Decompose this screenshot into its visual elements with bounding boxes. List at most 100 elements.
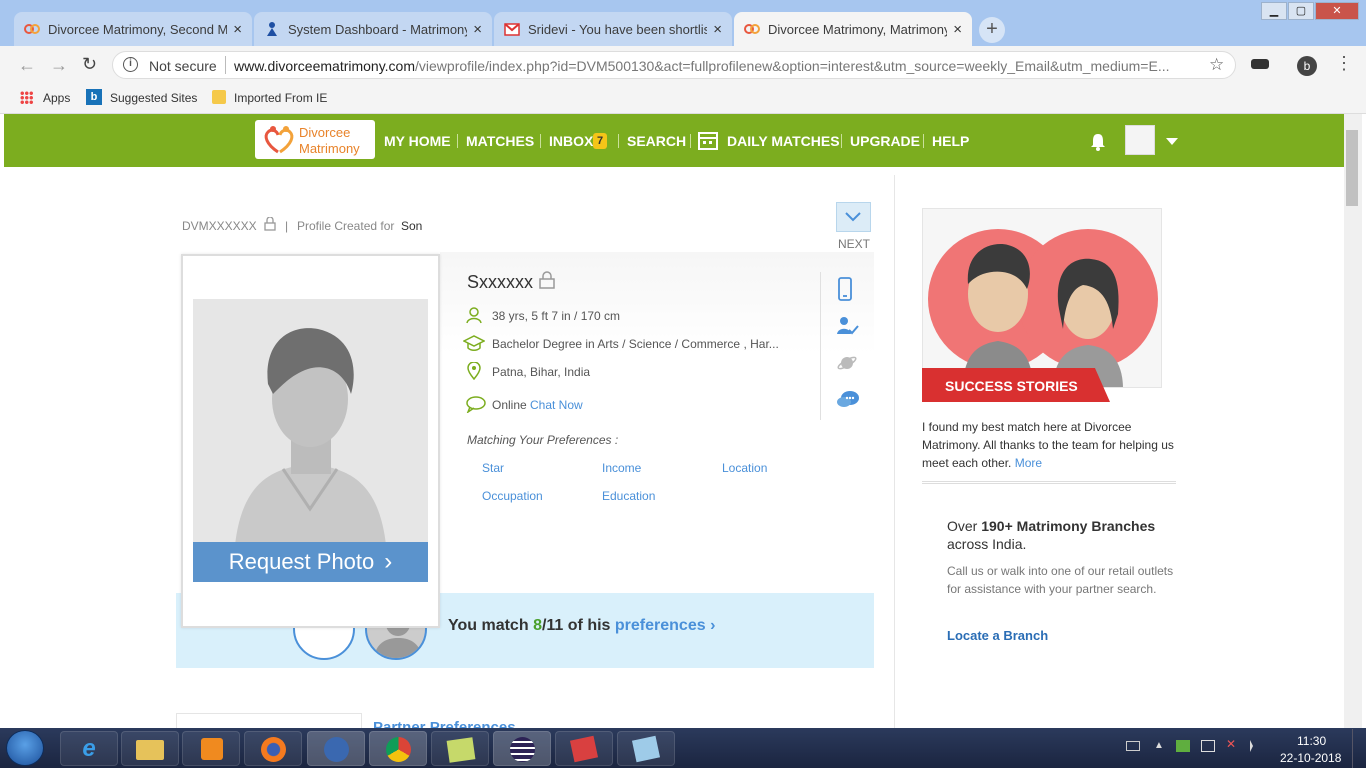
start-button[interactable]	[6, 730, 44, 766]
reload-icon[interactable]: ↻	[82, 54, 97, 75]
page-scrollbar[interactable]	[1344, 114, 1362, 728]
snipping-tool-icon	[631, 735, 661, 763]
network-icon[interactable]	[1201, 740, 1215, 752]
bookmark-suggested[interactable]: Suggested Sites	[110, 91, 197, 105]
request-photo-button[interactable]: Request Photo ›	[193, 542, 428, 582]
flag-alert-icon[interactable]: ✕	[1226, 737, 1236, 751]
apps-grid-icon	[20, 91, 33, 104]
nav-divider	[540, 134, 541, 148]
chevron-right-icon: ›	[384, 548, 393, 575]
nav-my-home[interactable]: MY HOME	[384, 133, 451, 149]
profile-photo-placeholder	[193, 299, 428, 582]
next-label[interactable]: NEXT	[838, 237, 870, 251]
nav-help[interactable]: HELP	[932, 133, 969, 149]
info-icon[interactable]: i	[123, 57, 138, 72]
close-tab-icon[interactable]: ×	[953, 21, 962, 38]
bookmark-imported[interactable]: Imported From IE	[234, 91, 327, 105]
taskbar-time[interactable]: 11:30	[1297, 734, 1326, 748]
taskbar-date[interactable]: 22-10-2018	[1280, 751, 1341, 765]
thunderbird-icon	[324, 737, 349, 762]
close-tab-icon[interactable]: ×	[713, 21, 722, 38]
chat-icon[interactable]	[836, 390, 860, 410]
new-tab-button[interactable]: +	[979, 17, 1005, 43]
divider	[820, 272, 821, 420]
nav-inbox[interactable]: INBOX	[549, 133, 593, 149]
taskbar-snipping[interactable]	[617, 731, 675, 766]
inbox-count-badge: 7	[593, 133, 607, 149]
taskbar-firefox[interactable]	[244, 731, 302, 766]
pref-location: Location	[722, 461, 768, 475]
horoscope-planet-icon[interactable]	[836, 352, 858, 374]
url-text[interactable]: www.divorceematrimony.com/viewprofile/in…	[234, 58, 1194, 74]
match-text: of his	[567, 617, 611, 634]
incognito-extension-icon[interactable]	[1251, 59, 1269, 69]
branches-description: Call us or walk into one of our retail o…	[947, 564, 1174, 596]
taskbar-paint[interactable]	[555, 731, 613, 766]
match-total: /11	[541, 617, 564, 634]
taskbar-media[interactable]	[182, 731, 240, 766]
nav-matches[interactable]: MATCHES	[466, 133, 534, 149]
graduation-cap-icon	[463, 335, 485, 351]
chrome-icon	[386, 737, 411, 762]
tab-title: System Dashboard - Matrimony.c	[288, 21, 468, 37]
bookmarks-bar	[0, 84, 1366, 114]
user-avatar[interactable]	[1125, 125, 1155, 155]
forward-icon[interactable]: →	[50, 55, 68, 76]
locate-branch-link[interactable]: Locate a Branch	[947, 628, 1048, 643]
success-stories-label[interactable]: SUCCESS STORIES	[945, 378, 1078, 394]
male-avatar-icon	[233, 328, 388, 582]
verified-user-icon[interactable]	[836, 315, 860, 337]
branches-prefix: Over	[947, 518, 978, 534]
bookmark-apps[interactable]: Apps	[43, 91, 70, 105]
notes-icon	[446, 737, 476, 763]
keyboard-icon[interactable]	[1126, 741, 1140, 751]
success-stories-banner[interactable]	[922, 208, 1162, 388]
chevron-right-icon[interactable]: ›	[710, 617, 715, 634]
tab-title: Divorcee Matrimony, Second Ma	[48, 21, 228, 37]
bookmark-star-icon[interactable]: ☆	[1209, 55, 1224, 75]
tray-app-icon[interactable]	[1176, 740, 1190, 752]
branches-count: 190+ Matrimony Branches	[981, 518, 1156, 534]
scrollbar-thumb[interactable]	[1346, 130, 1358, 206]
taskbar-thunderbird[interactable]	[307, 731, 365, 766]
chevron-down-icon[interactable]	[1166, 138, 1178, 145]
browser-tab[interactable]: Sridevi - You have been shortliste ×	[494, 12, 732, 46]
lock-icon	[539, 271, 555, 289]
minimize-button[interactable]: ▁	[1261, 2, 1287, 20]
testimonial-text: I found my best match here at Divorcee M…	[922, 420, 1174, 470]
notification-bell-icon[interactable]	[1089, 133, 1107, 151]
nav-upgrade[interactable]: UPGRADE	[850, 133, 920, 149]
maximize-button[interactable]: ▢	[1288, 2, 1314, 20]
person-icon	[466, 307, 482, 324]
tray-expand-icon[interactable]: ▲	[1154, 740, 1164, 751]
partner-preferences-heading: Partner Preferences	[373, 720, 516, 728]
nav-search[interactable]: SEARCH	[627, 133, 686, 149]
close-window-button[interactable]: ✕	[1315, 2, 1359, 20]
close-tab-icon[interactable]: ×	[473, 21, 482, 38]
taskbar-chrome[interactable]	[369, 731, 427, 766]
browser-tab[interactable]: System Dashboard - Matrimony.c ×	[254, 12, 492, 46]
preferences-link[interactable]: preferences	[615, 617, 706, 634]
browser-tab-active[interactable]: Divorcee Matrimony, Matrimony ×	[734, 12, 972, 46]
taskbar-eclipse[interactable]	[493, 731, 551, 766]
mobile-phone-icon[interactable]	[838, 277, 852, 301]
taskbar-ie[interactable]: e	[60, 731, 118, 766]
profile-created-label: Profile Created for	[297, 219, 395, 233]
age-height: 38 yrs, 5 ft 7 in / 170 cm	[492, 309, 621, 323]
chat-now-link[interactable]: Chat Now	[530, 398, 583, 412]
nav-divider	[618, 134, 619, 148]
separator: |	[285, 219, 289, 233]
back-icon[interactable]: ←	[18, 55, 36, 76]
show-desktop-button[interactable]	[1352, 729, 1366, 768]
taskbar-explorer[interactable]	[121, 731, 179, 766]
branches-heading: Over 190+ Matrimony Branches across Indi…	[947, 517, 1177, 553]
more-link[interactable]: More	[1015, 456, 1042, 470]
nav-daily-matches[interactable]: DAILY MATCHES	[727, 133, 840, 149]
volume-icon[interactable]	[1250, 740, 1262, 752]
profile-avatar[interactable]: b	[1297, 56, 1317, 76]
close-tab-icon[interactable]: ×	[233, 21, 242, 38]
lock-icon	[264, 217, 276, 231]
taskbar-notes[interactable]	[431, 731, 489, 766]
menu-dots-icon[interactable]: ⋮	[1335, 53, 1353, 74]
browser-tab[interactable]: Divorcee Matrimony, Second Ma ×	[14, 12, 252, 46]
